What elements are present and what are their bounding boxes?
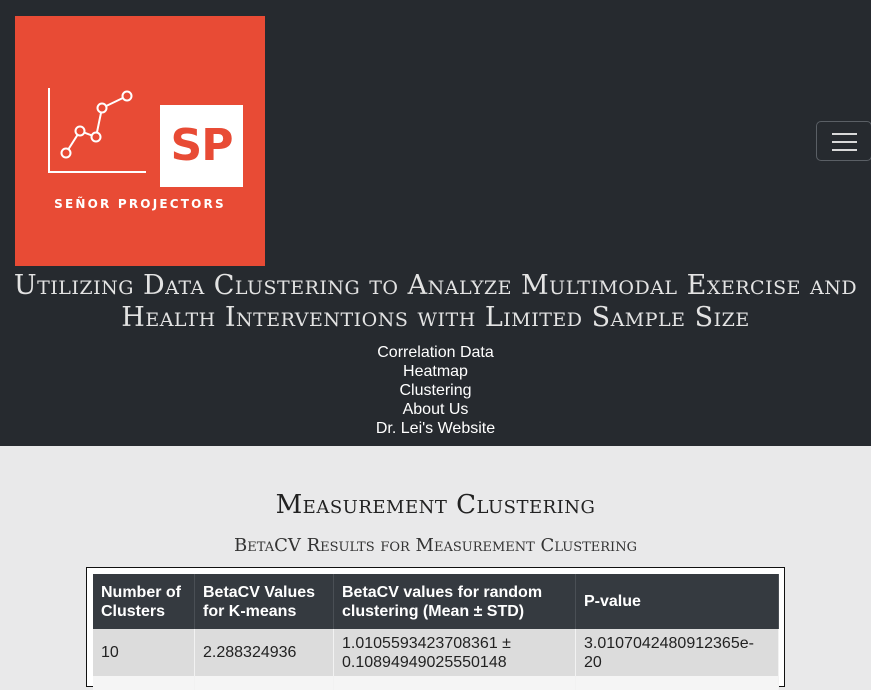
- table-cell: [93, 676, 195, 690]
- nav-link-clustering[interactable]: Clustering: [0, 381, 871, 400]
- table-row: 10 2.288324936 1.0105593423708361 ± 0.10…: [93, 629, 779, 676]
- cell-pvalue: 3.0107042480912365e-20: [575, 629, 779, 676]
- table-cell: [575, 676, 779, 690]
- site-header: SP SEÑOR PROJECTORS Utilizing Data Clust…: [0, 0, 871, 446]
- hamburger-icon: [832, 149, 857, 151]
- nav-link-heatmap[interactable]: Heatmap: [0, 362, 871, 381]
- menu-toggle-button[interactable]: [816, 121, 871, 161]
- results-table-container: Number of Clusters BetaCV Values for K-m…: [86, 567, 785, 690]
- column-header-clusters: Number of Clusters: [93, 574, 195, 629]
- nav-link-about-us[interactable]: About Us: [0, 400, 871, 419]
- senor-projectors-logo[interactable]: SP SEÑOR PROJECTORS: [15, 16, 265, 266]
- nav-link-correlation-data[interactable]: Correlation Data: [0, 343, 871, 362]
- betacv-results-table: Number of Clusters BetaCV Values for K-m…: [93, 574, 779, 690]
- column-header-pvalue: P-value: [575, 574, 779, 629]
- table-caption: BetaCV Results for Measurement Clusterin…: [234, 535, 637, 556]
- column-header-kmeans: BetaCV Values for K-means: [194, 574, 334, 629]
- logo-name: SEÑOR PROJECTORS: [54, 197, 226, 211]
- cell-random: 1.0105593423708361 ± 0.10894949025550148: [333, 629, 576, 676]
- table-row: [93, 676, 779, 690]
- table-cell: [194, 676, 334, 690]
- table-header-row: Number of Clusters BetaCV Values for K-m…: [93, 574, 779, 629]
- hamburger-icon: [832, 133, 857, 135]
- site-title: Utilizing Data Clustering to Analyze Mul…: [13, 270, 858, 333]
- cell-kmeans: 2.288324936: [194, 629, 334, 676]
- nav-link-dr-lei-website[interactable]: Dr. Lei's Website: [0, 419, 871, 438]
- column-header-random: BetaCV values for random clustering (Mea…: [333, 574, 576, 629]
- logo-initials: SP: [160, 105, 243, 187]
- main-nav: Correlation Data Heatmap Clustering Abou…: [0, 343, 871, 438]
- section-title: Measurement Clustering: [275, 490, 596, 520]
- hamburger-icon: [832, 141, 857, 143]
- cell-clusters: 10: [93, 629, 195, 676]
- table-cell: [333, 676, 576, 690]
